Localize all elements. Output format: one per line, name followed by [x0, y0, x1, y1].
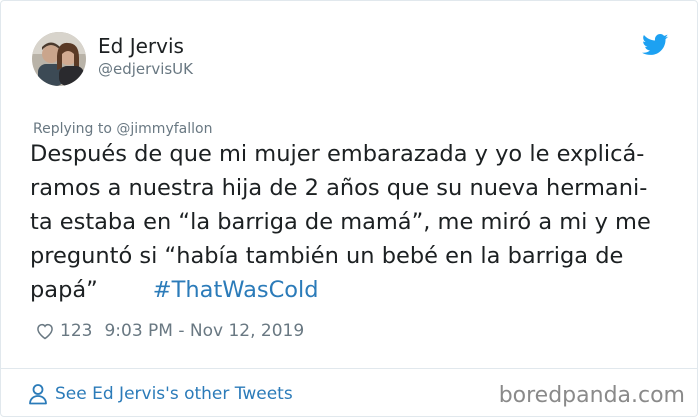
- tweet-text-line: ramos a nuestra hija de 2 años que su nu…: [30, 175, 648, 201]
- timestamp[interactable]: 9:03 PM - Nov 12, 2019: [104, 321, 304, 341]
- tweet-text-line-last: papá” #ThatWasCold: [30, 273, 690, 307]
- twitter-bird-icon[interactable]: [642, 34, 669, 56]
- divider: [1, 368, 697, 369]
- hashtag-link[interactable]: #ThatWasCold: [153, 277, 319, 303]
- tweet-text-line: ta estaba en “la barriga de mamá”, me mi…: [30, 209, 651, 235]
- author-handle[interactable]: @edjervisUK: [98, 60, 193, 78]
- tweet-card: Ed Jervis @edjervisUK Replying to @jimmy…: [0, 0, 698, 417]
- see-other-tweets-link[interactable]: See Ed Jervis's other Tweets: [28, 383, 293, 405]
- avatar[interactable]: [32, 32, 86, 86]
- watermark: boredpanda.com: [498, 383, 685, 408]
- author-display-name[interactable]: Ed Jervis: [98, 34, 184, 58]
- see-other-tweets-label[interactable]: See Ed Jervis's other Tweets: [55, 384, 293, 404]
- replying-prefix: Replying to: [33, 121, 117, 137]
- heart-icon[interactable]: [35, 321, 55, 341]
- tweet-text-fragment: papá”: [30, 277, 98, 303]
- replying-to: Replying to @jimmyfallon: [33, 121, 212, 137]
- tweet-text: Después de que mi mujer embarazada y yo …: [30, 137, 690, 307]
- tweet-text-line: preguntó si “había también un bebé en la…: [30, 243, 624, 269]
- replying-to-mention[interactable]: @jimmyfallon: [116, 121, 212, 137]
- person-icon: [29, 384, 47, 405]
- like-count[interactable]: 123: [60, 321, 92, 341]
- tweet-meta: 123 9:03 PM - Nov 12, 2019: [35, 319, 304, 343]
- tweet-text-line: Después de que mi mujer embarazada y yo …: [30, 141, 645, 167]
